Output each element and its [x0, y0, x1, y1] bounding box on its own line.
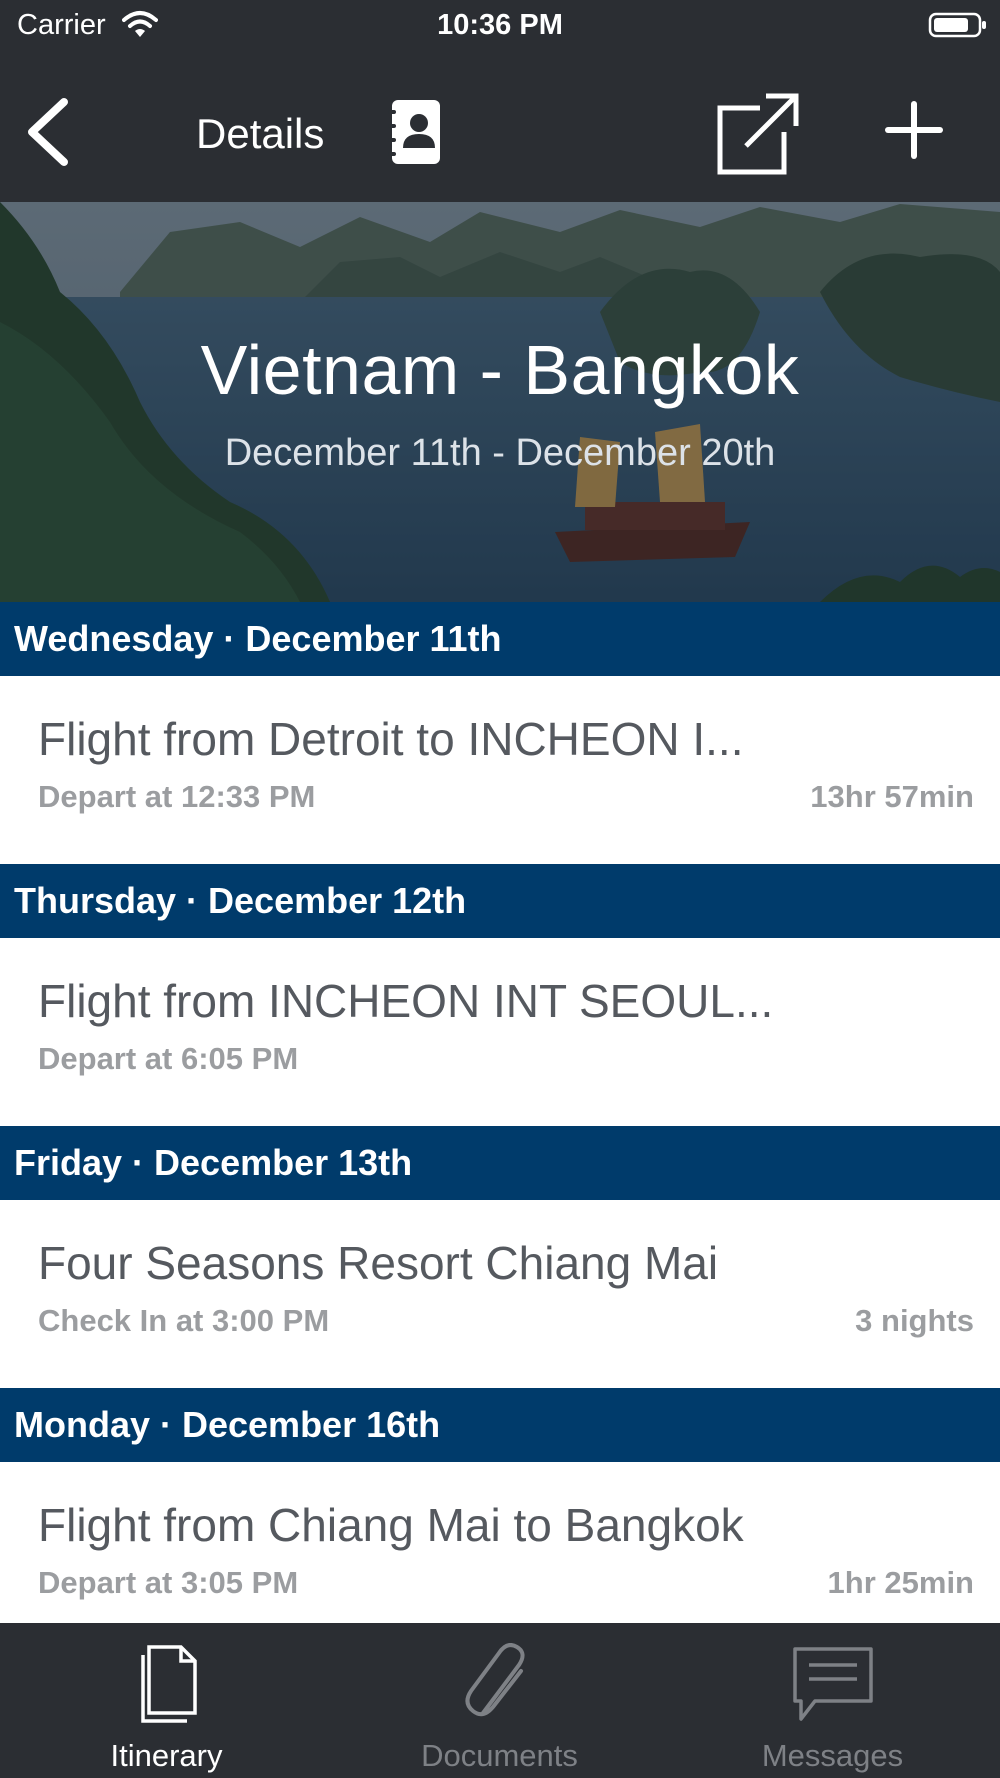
day-header: Thursday · December 12th	[0, 864, 1000, 938]
itinerary-item[interactable]: Flight from Chiang Mai to Bangkok Depart…	[0, 1462, 1000, 1650]
day-header: Wednesday · December 11th	[0, 602, 1000, 676]
tab-label: Messages	[761, 1738, 904, 1773]
trip-hero-banner: Vietnam - Bangkok December 11th - Decemb…	[0, 202, 1000, 602]
tab-messages[interactable]: Messages	[666, 1623, 999, 1778]
item-duration: 13hr 57min	[810, 779, 974, 814]
tab-itinerary[interactable]: Itinerary	[0, 1623, 333, 1778]
navigation-bar: Details	[0, 50, 1000, 202]
trip-title: Vietnam - Bangkok	[200, 331, 800, 409]
item-detail: Depart at 3:05 PM	[38, 1565, 299, 1600]
item-title: Flight from Chiang Mai to Bangkok	[38, 1499, 744, 1551]
day-header: Monday · December 16th	[0, 1388, 1000, 1462]
item-title: Flight from Detroit to INCHEON I...	[38, 713, 744, 765]
tab-bar: Itinerary Documents Messages	[0, 1623, 1000, 1778]
share-external-icon[interactable]	[716, 92, 800, 176]
nav-title: Details	[196, 110, 325, 157]
item-title: Four Seasons Resort Chiang Mai	[38, 1237, 719, 1289]
status-bar: Carrier 10:36 PM	[0, 0, 1000, 50]
tab-label: Documents	[421, 1738, 578, 1773]
item-title: Flight from INCHEON INT SEOUL...	[38, 975, 774, 1027]
message-icon	[792, 1647, 873, 1721]
trip-dates: December 11th - December 20th	[224, 432, 776, 474]
document-icon	[140, 1645, 197, 1723]
itinerary-item[interactable]: Four Seasons Resort Chiang Mai Check In …	[0, 1200, 1000, 1388]
itinerary-item[interactable]: Flight from INCHEON INT SEOUL... Depart …	[0, 938, 1000, 1126]
status-time: 10:36 PM	[437, 9, 563, 41]
add-plus-icon[interactable]	[884, 100, 944, 160]
paperclip-icon	[465, 1643, 524, 1717]
tab-documents[interactable]: Documents	[333, 1623, 666, 1778]
item-detail: Check In at 3:00 PM	[38, 1303, 330, 1338]
contacts-book-icon[interactable]	[388, 98, 444, 166]
itinerary-item[interactable]: Flight from Detroit to INCHEON I... Depa…	[0, 676, 1000, 864]
day-header: Friday · December 13th	[0, 1126, 1000, 1200]
item-detail: Depart at 6:05 PM	[38, 1041, 299, 1076]
battery-icon	[928, 12, 986, 38]
tab-label: Itinerary	[110, 1738, 223, 1773]
item-duration: 3 nights	[855, 1303, 974, 1338]
back-chevron-icon[interactable]	[22, 96, 74, 168]
item-detail: Depart at 12:33 PM	[38, 779, 316, 814]
item-duration: 1hr 25min	[827, 1565, 974, 1600]
